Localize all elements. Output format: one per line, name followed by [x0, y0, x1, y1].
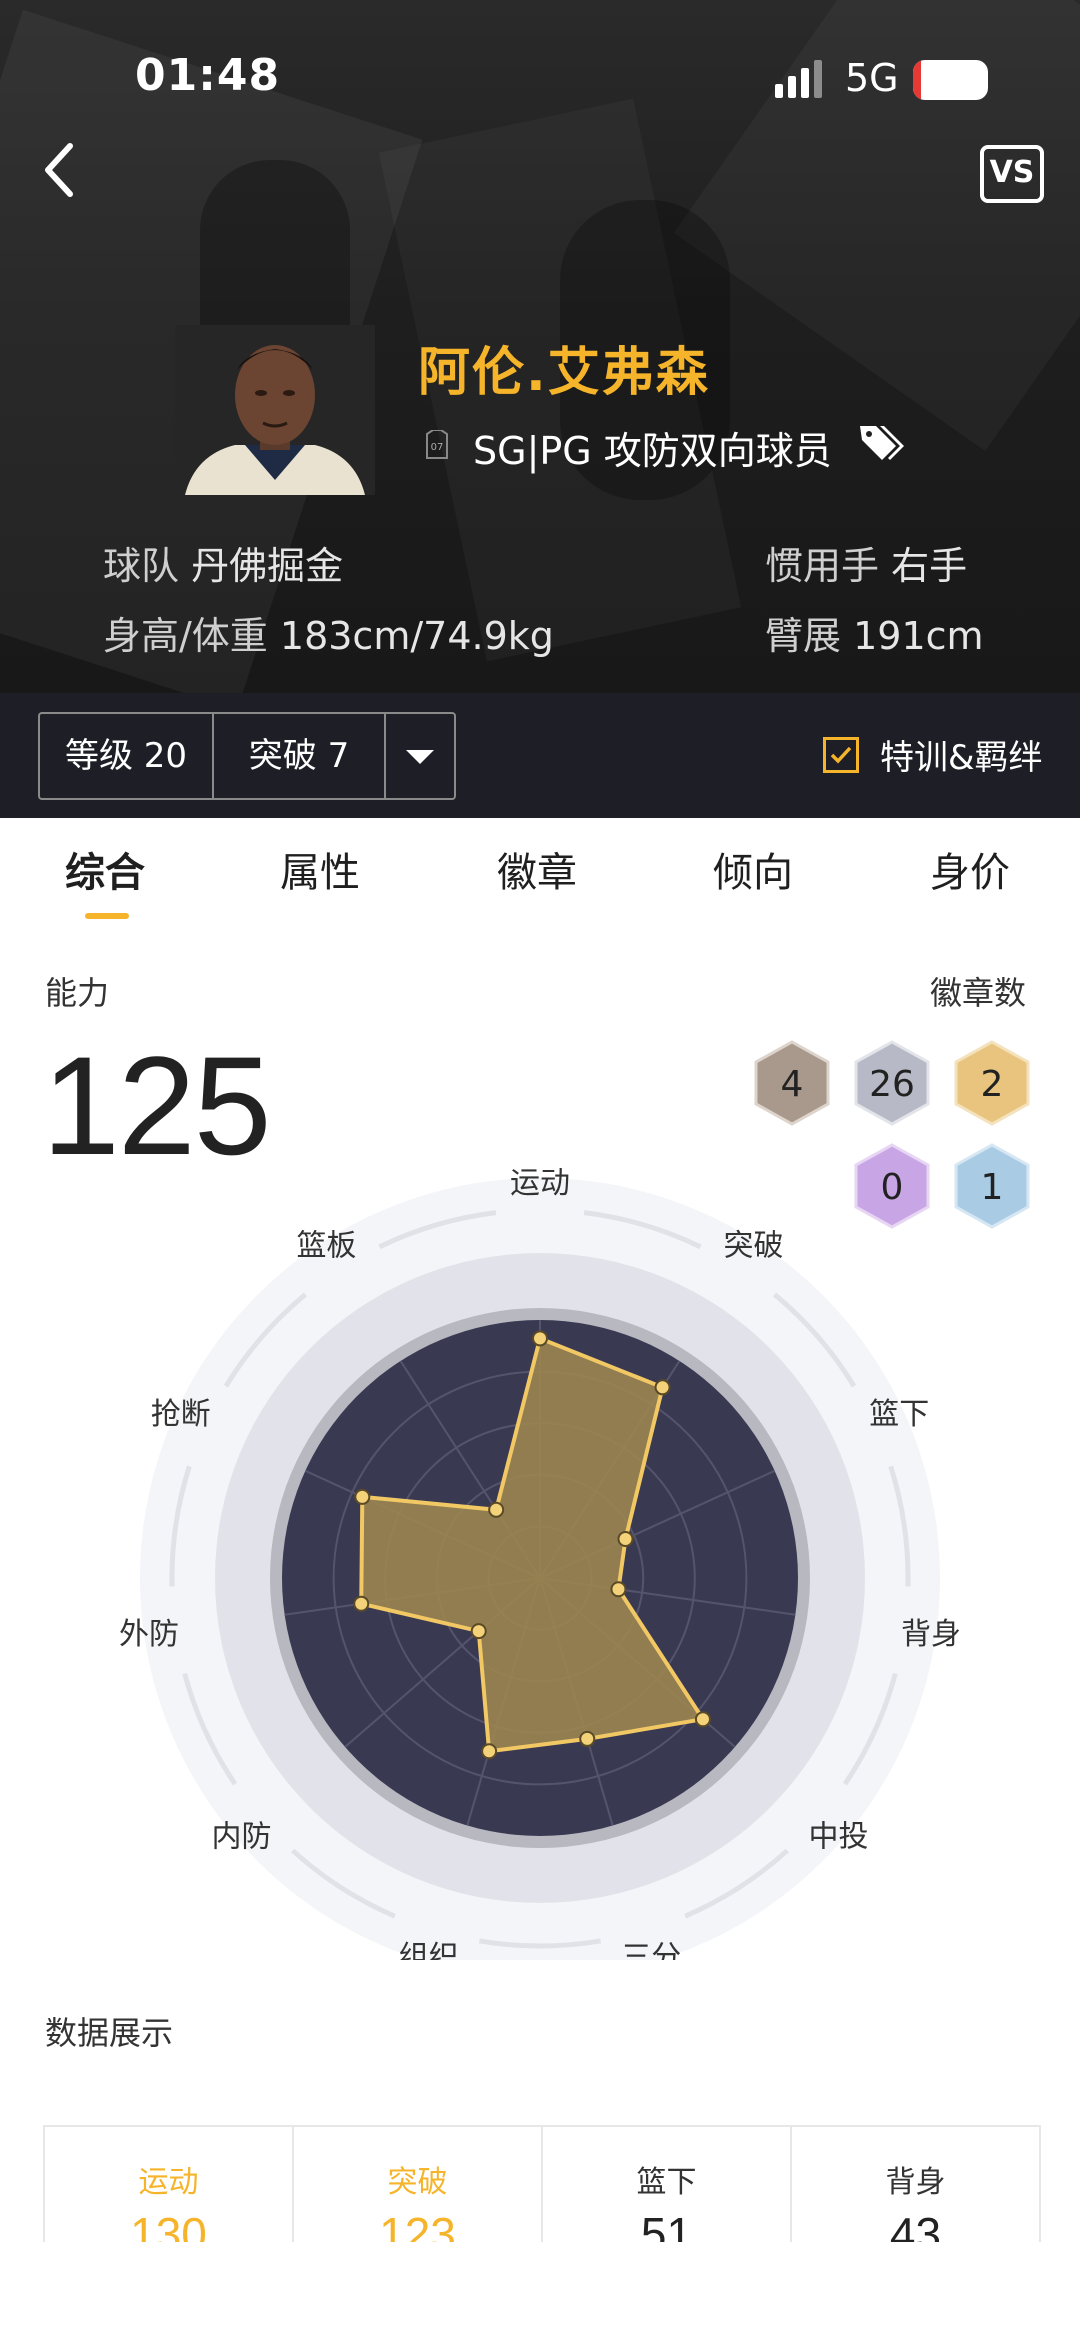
- tab-badges[interactable]: 徽章: [497, 840, 577, 898]
- data-cell-value: 51: [640, 2208, 693, 2247]
- team-key: 球队: [103, 544, 180, 588]
- data-cell-value: 43: [889, 2208, 942, 2247]
- player-position: SG|PG 攻防双向球员: [473, 429, 832, 473]
- level-button[interactable]: 等级 20: [40, 714, 214, 798]
- check-icon: [830, 746, 852, 764]
- radar-label-9: 抢断: [151, 1397, 211, 1432]
- radar-point-9: [354, 1488, 371, 1505]
- data-cell-value: 130: [130, 2208, 207, 2247]
- radar-label-8: 外防: [119, 1617, 179, 1652]
- tag-icon[interactable]: [858, 420, 906, 464]
- player-avatar: [175, 325, 375, 495]
- data-section-title: 数据展示: [45, 2014, 174, 2052]
- radar-label-7: 内防: [211, 1820, 271, 1855]
- radar-point-8: [353, 1595, 370, 1612]
- signal-icon: [775, 60, 822, 98]
- height-weight-key: 身高/体重: [103, 614, 268, 658]
- radar-label-2: 篮下: [869, 1397, 929, 1432]
- radar-point-6: [481, 1743, 498, 1760]
- radar-point-2: [617, 1530, 634, 1547]
- breakthrough-button[interactable]: 突破 7: [214, 714, 386, 798]
- wingspan-value: 191cm: [853, 614, 984, 658]
- height-weight-info: 身高/体重 183cm/74.9kg: [103, 605, 554, 660]
- radar-point-4: [694, 1711, 711, 1728]
- radar-point-5: [579, 1730, 596, 1747]
- data-table: 运动 130 突破 123 篮下 51 背身 43: [43, 2125, 1041, 2247]
- level-selector: 等级 20 突破 7: [38, 712, 456, 800]
- radar-label-5: 三分: [621, 1940, 681, 1960]
- wingspan-key: 臂展: [765, 614, 842, 658]
- network-type: 5G: [845, 56, 899, 100]
- vs-compare-button[interactable]: VS: [980, 145, 1044, 203]
- radar-point-10: [488, 1501, 505, 1518]
- badge-count: 26: [869, 1064, 915, 1105]
- radar-label-4: 中投: [809, 1820, 869, 1855]
- caret-down-icon: [406, 750, 434, 764]
- radar-point-1: [654, 1379, 671, 1396]
- data-cell: 篮下 51: [543, 2127, 792, 2247]
- hand-info: 惯用手 右手: [765, 535, 967, 590]
- train-label[interactable]: 特训&羁绊: [880, 730, 1043, 779]
- badge-count: 2: [981, 1064, 1004, 1105]
- status-time: 01:48: [135, 50, 281, 101]
- hand-key: 惯用手: [765, 544, 880, 588]
- radar-point-3: [610, 1581, 627, 1598]
- data-cell: 突破 123: [294, 2127, 543, 2247]
- battery-level: 11: [932, 63, 969, 93]
- jersey-number: 07: [431, 442, 444, 453]
- train-checkbox[interactable]: [823, 737, 859, 773]
- data-cell: 背身 43: [792, 2127, 1039, 2247]
- tab-value[interactable]: 身价: [930, 840, 1010, 898]
- gold-badge-icon[interactable]: 2: [953, 1040, 1031, 1126]
- tab-attributes[interactable]: 属性: [280, 840, 360, 898]
- hand-value: 右手: [891, 544, 968, 588]
- silver-badge-icon[interactable]: 26: [853, 1040, 931, 1126]
- team-value: 丹佛掘金: [191, 544, 344, 588]
- tab-tendencies[interactable]: 倾向: [713, 840, 793, 898]
- wingspan-info: 臂展 191cm: [765, 605, 984, 660]
- bottom-area: [0, 2242, 1080, 2341]
- badge-count-label: 徽章数: [930, 974, 1027, 1012]
- dropdown-button[interactable]: [386, 714, 454, 798]
- bronze-badge-icon[interactable]: 4: [753, 1040, 831, 1126]
- badge-count: 4: [781, 1064, 804, 1105]
- data-cell-label: 突破: [387, 2165, 448, 2200]
- back-button[interactable]: [40, 140, 80, 200]
- jersey-number-icon: 07: [426, 430, 448, 459]
- ability-label: 能力: [45, 974, 110, 1012]
- data-cell: 运动 130: [45, 2127, 294, 2247]
- team-info: 球队 丹佛掘金: [103, 535, 343, 590]
- radar-point-0: [532, 1330, 548, 1347]
- radar-label-3: 背身: [901, 1617, 961, 1652]
- data-cell-label: 运动: [138, 2165, 199, 2200]
- radar-label-0: 运动: [510, 1166, 570, 1201]
- battery-icon: 11: [913, 60, 988, 100]
- player-name: 阿伦.艾弗森: [418, 343, 710, 403]
- ability-radar-chart: 运动突破篮下背身中投三分 组织 内防 外防 抢断 篮板: [119, 1166, 961, 1960]
- radar-label-10: 篮板: [296, 1229, 356, 1264]
- tab-indicator: [85, 913, 129, 919]
- radar-label-1: 突破: [724, 1229, 784, 1264]
- height-weight-value: 183cm/74.9kg: [279, 614, 554, 658]
- data-cell-label: 背身: [885, 2165, 946, 2200]
- radar-point-7: [470, 1623, 487, 1640]
- data-cell-value: 123: [379, 2208, 456, 2247]
- data-cell-label: 篮下: [636, 2165, 697, 2200]
- tab-overview[interactable]: 综合: [65, 840, 145, 898]
- radar-label-6: 组织: [399, 1940, 459, 1960]
